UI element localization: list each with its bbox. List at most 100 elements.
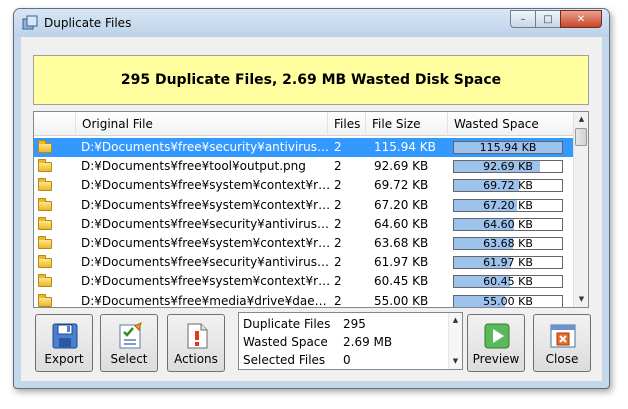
summary-banner: 295 Duplicate Files, 2.69 MB Wasted Disk… — [33, 55, 589, 105]
folder-icon — [38, 216, 52, 230]
file-size-cell: 92.69 KB — [374, 159, 429, 174]
title-bar[interactable]: Duplicate Files – □ ✕ — [14, 9, 609, 37]
floppy-disk-icon — [52, 323, 78, 349]
close-label: Close — [545, 352, 579, 366]
original-file-cell: D:¥Documents¥free¥system¥context¥r… — [81, 197, 329, 212]
stat-label: Duplicate Files — [243, 317, 331, 331]
close-icon: ✕ — [576, 13, 586, 25]
stats-scrollbar[interactable]: ▲ ▼ — [448, 313, 462, 369]
file-size-cell: 55.00 KB — [374, 293, 429, 308]
folder-icon — [38, 293, 52, 307]
close-window-button[interactable]: ✕ — [560, 10, 602, 28]
files-count-cell: 2 — [334, 159, 342, 174]
file-size-cell: 69.72 KB — [374, 178, 429, 193]
file-size-cell: 67.20 KB — [374, 197, 429, 212]
file-size-cell: 64.60 KB — [374, 216, 429, 231]
folder-icon — [38, 159, 52, 173]
maximize-icon: □ — [543, 13, 553, 25]
folder-icon — [38, 274, 52, 288]
select-button[interactable]: Select — [100, 314, 158, 372]
files-count-cell: 2 — [334, 255, 342, 270]
table-row[interactable]: D:¥Documents¥free¥security¥antivirus… 2 64… — [34, 215, 574, 234]
wasted-space-bar: 69.72 KB — [453, 179, 563, 193]
table-row[interactable]: D:¥Documents¥free¥security¥antivirus… 2 61… — [34, 253, 574, 272]
wasted-space-value: 92.69 KB — [483, 160, 533, 174]
header-icon-column[interactable] — [34, 112, 76, 136]
file-size-cell: 115.94 KB — [374, 140, 436, 154]
table-row[interactable]: D:¥Documents¥free¥tool¥output.png 2 92.69 … — [34, 157, 574, 176]
wasted-space-value: 61.97 KB — [483, 256, 533, 270]
header-files[interactable]: Files — [328, 112, 366, 136]
wasted-space-value: 60.45 KB — [483, 275, 533, 289]
preview-label: Preview — [472, 352, 520, 366]
table-row[interactable]: D:¥Documents¥free¥media¥drive¥dae… 2 55.00… — [34, 292, 574, 308]
folder-icon — [38, 140, 52, 153]
files-count-cell: 2 — [334, 178, 342, 193]
wasted-space-bar: 64.60 KB — [453, 217, 563, 231]
wasted-space-bar: 60.45 KB — [453, 275, 563, 289]
original-file-cell: D:¥Documents¥free¥security¥antivirus… — [81, 255, 329, 270]
table-row[interactable]: D:¥Documents¥free¥system¥context¥r… 2 67.2… — [34, 196, 574, 215]
client-area: 295 Duplicate Files, 2.69 MB Wasted Disk… — [21, 37, 602, 381]
original-file-cell: D:¥Documents¥free¥system¥context¥r… — [81, 178, 329, 193]
file-size-cell: 63.68 KB — [374, 235, 429, 250]
original-file-cell: D:¥Documents¥free¥tool¥output.png — [81, 159, 306, 174]
maximize-button[interactable]: □ — [535, 10, 561, 28]
wasted-space-value: 55.00 KB — [483, 294, 533, 308]
scroll-thumb[interactable] — [575, 128, 587, 146]
duplicate-files-window: Duplicate Files – □ ✕ 295 Duplicate File… — [13, 8, 610, 389]
files-count-cell: 2 — [334, 274, 342, 289]
select-label: Select — [110, 352, 148, 366]
wasted-space-value: 67.20 KB — [483, 198, 533, 212]
folder-icon — [38, 255, 52, 269]
scroll-up-arrow[interactable]: ▲ — [574, 112, 588, 127]
play-icon — [484, 323, 510, 349]
minimize-button[interactable]: – — [510, 10, 536, 28]
stat-label: Wasted Space — [243, 335, 328, 349]
scroll-down-arrow[interactable]: ▼ — [574, 292, 588, 307]
wasted-space-bar: 115.94 KB — [453, 141, 563, 154]
wasted-space-value: 63.68 KB — [483, 236, 533, 250]
stat-value: 0 — [343, 353, 351, 367]
files-count-cell: 2 — [334, 235, 342, 250]
actions-button[interactable]: Actions — [167, 314, 225, 372]
stat-value: 295 — [343, 317, 366, 331]
stats-scroll-down-arrow[interactable]: ▼ — [449, 354, 462, 369]
window-title: Duplicate Files — [44, 16, 132, 30]
table-row[interactable]: D:¥Documents¥free¥system¥context¥r… 2 69.7… — [34, 176, 574, 195]
list-rows: D:¥Documents¥free¥security¥antivirus… 2 11… — [34, 138, 574, 308]
original-file-cell: D:¥Documents¥free¥media¥drive¥dae… — [81, 293, 327, 308]
table-row[interactable]: D:¥Documents¥free¥security¥antivirus… 2 11… — [34, 138, 574, 158]
list-scrollbar[interactable]: ▲ ▼ — [573, 112, 588, 307]
minimize-icon: – — [520, 13, 526, 25]
file-size-cell: 60.45 KB — [374, 274, 429, 289]
preview-button[interactable]: Preview — [467, 314, 525, 372]
close-button[interactable]: Close — [533, 314, 591, 372]
stat-value: 2.69 MB — [343, 335, 393, 349]
window-controls: – □ ✕ — [510, 10, 602, 28]
duplicate-file-list[interactable]: Original File Files File Size Wasted Spa… — [33, 111, 589, 308]
header-wasted-space[interactable]: Wasted Space — [448, 112, 574, 136]
close-dialog-icon — [550, 324, 576, 348]
wasted-space-value: 115.94 KB — [479, 141, 537, 154]
wasted-space-value: 64.60 KB — [483, 217, 533, 231]
files-count-cell: 2 — [334, 293, 342, 308]
wasted-space-bar: 63.68 KB — [453, 236, 563, 250]
files-count-cell: 2 — [334, 216, 342, 231]
folder-icon — [38, 235, 52, 249]
stat-label: Selected Files — [243, 353, 326, 367]
files-count-cell: 2 — [334, 197, 342, 212]
header-file-size[interactable]: File Size — [366, 112, 448, 136]
file-size-cell: 61.97 KB — [374, 255, 429, 270]
original-file-cell: D:¥Documents¥free¥system¥context¥r… — [81, 235, 329, 250]
table-row[interactable]: D:¥Documents¥free¥system¥context¥r… 2 60.4… — [34, 272, 574, 291]
stats-scroll-up-arrow[interactable]: ▲ — [449, 313, 462, 328]
checklist-icon — [119, 322, 142, 349]
table-row[interactable]: D:¥Documents¥free¥system¥context¥r… 2 63.6… — [34, 234, 574, 253]
actions-label: Actions — [174, 352, 218, 366]
document-alert-icon — [187, 323, 208, 349]
export-button[interactable]: Export — [35, 314, 93, 372]
header-original-file[interactable]: Original File — [76, 112, 328, 136]
wasted-space-bar: 92.69 KB — [453, 160, 563, 174]
statistics-panel: Duplicate Files 295 Wasted Space 2.69 MB… — [238, 312, 463, 370]
